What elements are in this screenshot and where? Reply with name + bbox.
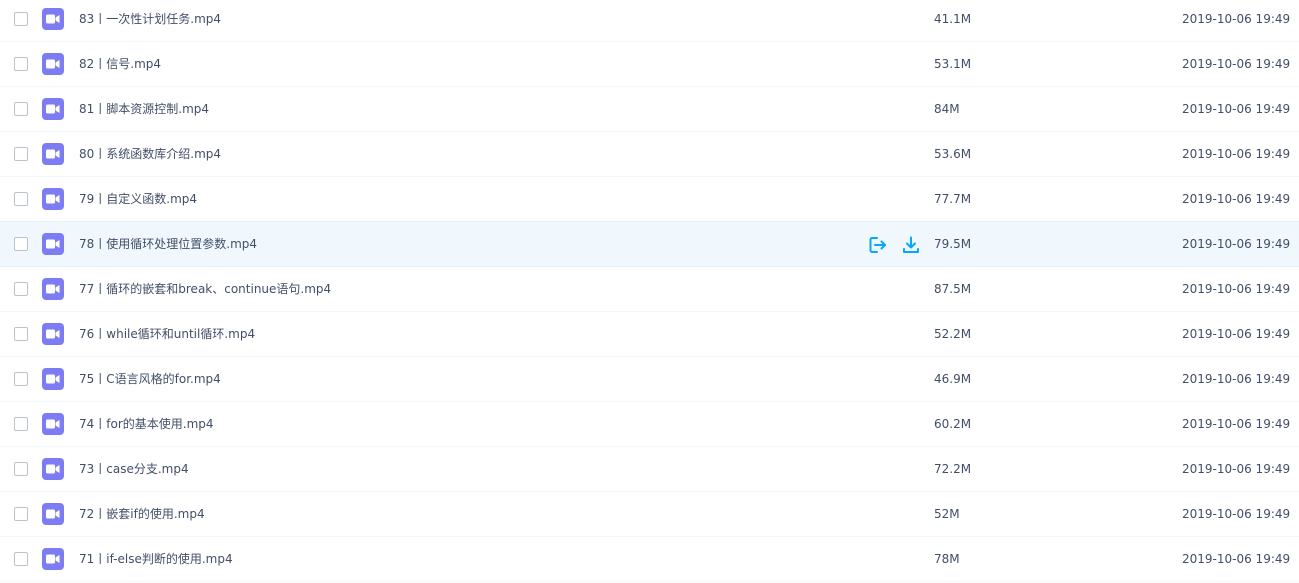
- file-size: 53.6M: [934, 147, 972, 161]
- video-icon: [42, 548, 64, 570]
- row-checkbox[interactable]: [14, 372, 28, 386]
- file-modified-date: 2019-10-06 19:49: [1182, 327, 1291, 341]
- file-name[interactable]: 77丨循环的嵌套和break、continue语句.mp4: [79, 267, 331, 311]
- file-modified-date: 2019-10-06 19:49: [1182, 282, 1291, 296]
- video-icon: [42, 98, 64, 120]
- file-modified-date: 2019-10-06 19:49: [1182, 507, 1291, 521]
- row-checkbox[interactable]: [14, 192, 28, 206]
- file-size: 72.2M: [934, 462, 972, 476]
- file-size: 41.1M: [934, 12, 972, 26]
- file-size: 60.2M: [934, 417, 972, 431]
- video-icon: [42, 503, 64, 525]
- file-name[interactable]: 76丨while循环和until循环.mp4: [79, 312, 255, 356]
- file-name[interactable]: 78丨使用循环处理位置参数.mp4: [79, 222, 257, 266]
- file-modified-date: 2019-10-06 19:49: [1182, 12, 1291, 26]
- file-size: 87.5M: [934, 282, 972, 296]
- video-icon: [42, 188, 64, 210]
- file-modified-date: 2019-10-06 19:49: [1182, 372, 1291, 386]
- file-name[interactable]: 72丨嵌套if的使用.mp4: [79, 492, 205, 536]
- video-icon: [42, 143, 64, 165]
- row-checkbox[interactable]: [14, 327, 28, 341]
- file-modified-date: 2019-10-06 19:49: [1182, 192, 1291, 206]
- row-checkbox[interactable]: [14, 282, 28, 296]
- file-name[interactable]: 79丨自定义函数.mp4: [79, 177, 197, 221]
- file-row[interactable]: 78丨使用循环处理位置参数.mp4 79.5M 2019-10-06 19:49: [0, 222, 1299, 267]
- file-size: 46.9M: [934, 372, 972, 386]
- video-icon: [42, 8, 64, 30]
- row-checkbox[interactable]: [14, 507, 28, 521]
- file-name[interactable]: 75丨C语言风格的for.mp4: [79, 357, 221, 401]
- file-name[interactable]: 73丨case分支.mp4: [79, 447, 189, 491]
- row-checkbox[interactable]: [14, 147, 28, 161]
- file-size: 78M: [934, 552, 960, 566]
- file-name[interactable]: 81丨脚本资源控制.mp4: [79, 87, 209, 131]
- row-checkbox[interactable]: [14, 462, 28, 476]
- file-name[interactable]: 83丨一次性计划任务.mp4: [79, 0, 221, 41]
- file-size: 77.7M: [934, 192, 972, 206]
- file-row[interactable]: 71丨if-else判断的使用.mp4 78M 2019-10-06 19:49: [0, 537, 1299, 582]
- file-list: 83丨一次性计划任务.mp4 41.1M 2019-10-06 19:49 82…: [0, 0, 1299, 582]
- file-row[interactable]: 75丨C语言风格的for.mp4 46.9M 2019-10-06 19:49: [0, 357, 1299, 402]
- file-name[interactable]: 80丨系统函数库介绍.mp4: [79, 132, 221, 176]
- video-icon: [42, 368, 64, 390]
- file-row[interactable]: 76丨while循环和until循环.mp4 52.2M 2019-10-06 …: [0, 312, 1299, 357]
- file-modified-date: 2019-10-06 19:49: [1182, 57, 1291, 71]
- file-row[interactable]: 72丨嵌套if的使用.mp4 52M 2019-10-06 19:49: [0, 492, 1299, 537]
- video-icon: [42, 323, 64, 345]
- share-icon[interactable]: [868, 235, 888, 255]
- row-checkbox[interactable]: [14, 12, 28, 26]
- file-modified-date: 2019-10-06 19:49: [1182, 147, 1291, 161]
- row-checkbox[interactable]: [14, 102, 28, 116]
- row-checkbox[interactable]: [14, 552, 28, 566]
- file-size: 84M: [934, 102, 960, 116]
- file-modified-date: 2019-10-06 19:49: [1182, 552, 1291, 566]
- file-modified-date: 2019-10-06 19:49: [1182, 417, 1291, 431]
- row-checkbox[interactable]: [14, 57, 28, 71]
- row-checkbox[interactable]: [14, 237, 28, 251]
- file-name[interactable]: 71丨if-else判断的使用.mp4: [79, 537, 233, 581]
- file-row[interactable]: 80丨系统函数库介绍.mp4 53.6M 2019-10-06 19:49: [0, 132, 1299, 177]
- download-icon[interactable]: [901, 235, 921, 255]
- file-name[interactable]: 82丨信号.mp4: [79, 42, 161, 86]
- video-icon: [42, 278, 64, 300]
- file-modified-date: 2019-10-06 19:49: [1182, 237, 1291, 251]
- file-row[interactable]: 81丨脚本资源控制.mp4 84M 2019-10-06 19:49: [0, 87, 1299, 132]
- file-modified-date: 2019-10-06 19:49: [1182, 102, 1291, 116]
- file-row[interactable]: 79丨自定义函数.mp4 77.7M 2019-10-06 19:49: [0, 177, 1299, 222]
- file-row[interactable]: 83丨一次性计划任务.mp4 41.1M 2019-10-06 19:49: [0, 0, 1299, 42]
- video-icon: [42, 233, 64, 255]
- file-size: 53.1M: [934, 57, 972, 71]
- file-size: 52M: [934, 507, 960, 521]
- file-name[interactable]: 74丨for的基本使用.mp4: [79, 402, 214, 446]
- file-row[interactable]: 82丨信号.mp4 53.1M 2019-10-06 19:49: [0, 42, 1299, 87]
- file-row[interactable]: 74丨for的基本使用.mp4 60.2M 2019-10-06 19:49: [0, 402, 1299, 447]
- video-icon: [42, 458, 64, 480]
- video-icon: [42, 53, 64, 75]
- file-size: 79.5M: [934, 237, 972, 251]
- row-checkbox[interactable]: [14, 417, 28, 431]
- file-modified-date: 2019-10-06 19:49: [1182, 462, 1291, 476]
- file-row[interactable]: 77丨循环的嵌套和break、continue语句.mp4 87.5M 2019…: [0, 267, 1299, 312]
- video-icon: [42, 413, 64, 435]
- file-size: 52.2M: [934, 327, 972, 341]
- file-row[interactable]: 73丨case分支.mp4 72.2M 2019-10-06 19:49: [0, 447, 1299, 492]
